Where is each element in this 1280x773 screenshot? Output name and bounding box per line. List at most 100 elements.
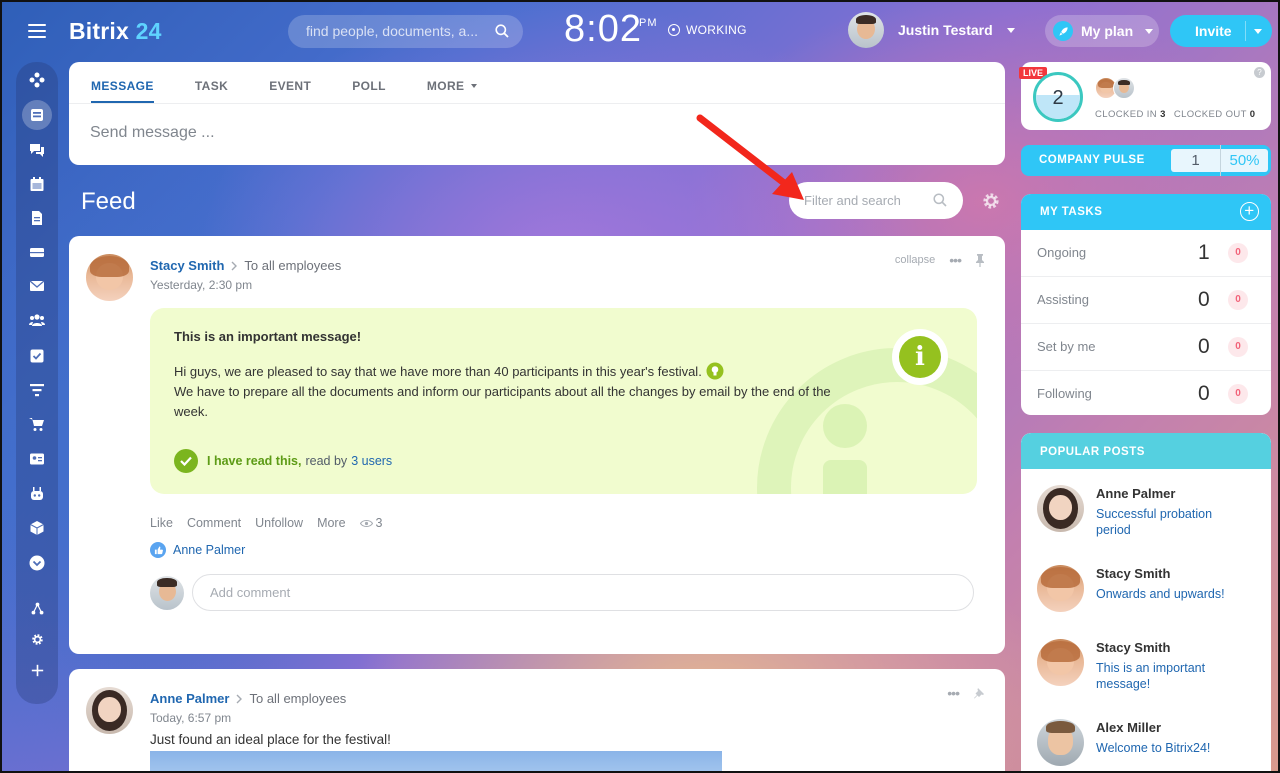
info-watermark-bar: [823, 460, 867, 494]
task-row-ongoing[interactable]: Ongoing 1 0: [1021, 230, 1271, 277]
chevron-down-icon: [1145, 28, 1154, 34]
left-sidebar: [16, 62, 58, 704]
global-search-input[interactable]: find people, documents, a...: [288, 15, 523, 48]
company-pulse-widget[interactable]: COMPANY PULSE 1 50%: [1021, 145, 1271, 176]
author-avatar[interactable]: [86, 687, 133, 734]
more-button[interactable]: More: [317, 516, 345, 530]
drive-icon[interactable]: [29, 244, 45, 260]
post-timestamp[interactable]: Today, 6:57 pm: [150, 711, 231, 725]
post-composer: MESSAGE TASK EVENT POLL MORE Send messag…: [69, 62, 1005, 165]
important-message-block: This is an important message! Hi guys, w…: [150, 308, 977, 494]
my-tasks-header[interactable]: MY TASKS +: [1021, 194, 1271, 230]
comment-row: Add comment: [150, 574, 974, 611]
menu-hamburger-icon[interactable]: [28, 24, 46, 38]
search-icon[interactable]: [495, 24, 509, 38]
author-avatar[interactable]: [86, 254, 133, 301]
important-title: This is an important message!: [174, 329, 362, 344]
clock-time: 8:02: [564, 8, 642, 50]
add-icon[interactable]: [31, 664, 44, 677]
work-status[interactable]: WORKING: [668, 23, 747, 37]
tab-event[interactable]: EVENT: [269, 62, 311, 103]
add-comment-input[interactable]: Add comment: [192, 574, 974, 611]
calendar-icon[interactable]: [29, 176, 45, 192]
filter-funnel-icon[interactable]: [29, 382, 45, 398]
unfollow-button[interactable]: Unfollow: [255, 516, 303, 530]
popular-post-title[interactable]: Onwards and upwards!: [1096, 586, 1236, 602]
pin-icon[interactable]: [975, 253, 985, 267]
tab-task[interactable]: TASK: [195, 62, 228, 103]
popular-post-author: Stacy Smith: [1096, 566, 1171, 581]
popular-post-title[interactable]: This is an important message!: [1096, 660, 1226, 692]
popular-post-title[interactable]: Successful probation period: [1096, 506, 1236, 538]
help-icon[interactable]: ?: [1254, 67, 1265, 78]
search-icon[interactable]: [933, 193, 947, 207]
post-author-name[interactable]: Stacy Smith: [150, 258, 224, 273]
logo[interactable]: Bitrix 24: [69, 18, 162, 45]
mail-icon[interactable]: [29, 278, 45, 294]
eye-icon: [359, 519, 373, 527]
popular-post-item[interactable]: Anne Palmer Successful probation period: [1037, 485, 1236, 538]
feed-settings-gear-icon[interactable]: [982, 192, 1000, 210]
post-timestamp[interactable]: Yesterday, 2:30 pm: [150, 278, 252, 292]
popular-post-title[interactable]: Welcome to Bitrix24!: [1096, 740, 1236, 756]
document-icon[interactable]: [29, 210, 45, 226]
task-row-set-by-me[interactable]: Set by me 0 0: [1021, 324, 1271, 371]
tab-more[interactable]: MORE: [427, 62, 478, 103]
task-row-assisting[interactable]: Assisting 0 0: [1021, 277, 1271, 324]
popular-posts-header: POPULAR POSTS: [1021, 433, 1271, 469]
pin-icon[interactable]: [973, 687, 985, 699]
post-recipient[interactable]: To all employees: [244, 258, 341, 273]
read-by-label: read by: [305, 454, 348, 468]
send-message-input[interactable]: Send message ...: [69, 104, 1005, 142]
post-author-name[interactable]: Anne Palmer: [150, 691, 229, 706]
global-search-placeholder: find people, documents, a...: [306, 23, 478, 39]
add-task-icon[interactable]: +: [1240, 202, 1259, 221]
my-tasks-title: MY TASKS: [1040, 206, 1103, 218]
popular-post-item[interactable]: Stacy Smith Onwards and upwards!: [1037, 565, 1236, 612]
task-row-label: Ongoing: [1037, 245, 1087, 260]
my-plan-button[interactable]: My plan: [1045, 15, 1159, 47]
popular-post-item[interactable]: Stacy Smith This is an important message!: [1037, 639, 1226, 692]
user-menu[interactable]: Justin Testard: [848, 12, 1015, 48]
chevron-down-icon[interactable]: [1254, 29, 1262, 34]
more-dots-icon[interactable]: •••: [947, 685, 960, 701]
liked-by-name[interactable]: Anne Palmer: [173, 543, 245, 557]
settings-icon[interactable]: [31, 633, 44, 646]
read-by-users-link[interactable]: 3 users: [351, 454, 392, 468]
box-icon[interactable]: [29, 520, 45, 536]
tab-poll[interactable]: POLL: [352, 62, 386, 103]
post-recipient[interactable]: To all employees: [249, 691, 346, 706]
user-name: Justin Testard: [898, 22, 993, 38]
contact-card-icon[interactable]: [29, 451, 45, 467]
post-image[interactable]: [150, 751, 722, 771]
feed-post: Anne Palmer To all employees Today, 6:57…: [69, 669, 1005, 771]
i-have-read-this-button[interactable]: I have read this,: [207, 454, 301, 468]
clocked-in-counter: 2: [1033, 72, 1083, 122]
invite-button[interactable]: Invite: [1170, 15, 1272, 47]
avatar: [1113, 77, 1135, 99]
likes-row: Anne Palmer: [150, 542, 245, 558]
collapse-link[interactable]: collapse: [895, 254, 935, 266]
timeman-widget[interactable]: LIVE 2 CLOCKED IN 3 CLOCKED OUT 0 ?: [1019, 62, 1271, 130]
more-down-icon[interactable]: [29, 555, 45, 571]
apps-icon[interactable]: [29, 72, 45, 88]
chat-icon[interactable]: [29, 142, 45, 158]
filter-search-input[interactable]: Filter and search: [789, 182, 963, 219]
task-row-following[interactable]: Following 0 0: [1021, 371, 1271, 415]
popular-post-item[interactable]: Alex Miller Welcome to Bitrix24!: [1037, 719, 1236, 766]
clocked-stats: CLOCKED IN 3 CLOCKED OUT 0: [1095, 109, 1255, 120]
tasks-icon[interactable]: [29, 348, 45, 364]
like-button[interactable]: Like: [150, 516, 173, 530]
more-dots-icon[interactable]: •••: [949, 252, 962, 268]
important-body: Hi guys, we are pleased to say that we h…: [174, 362, 844, 422]
groups-icon[interactable]: [29, 312, 45, 328]
page-title: Feed: [81, 188, 136, 215]
sitemap-icon[interactable]: [31, 602, 44, 615]
comment-button[interactable]: Comment: [187, 516, 241, 530]
robot-icon[interactable]: [29, 486, 45, 502]
cart-icon[interactable]: [29, 416, 45, 432]
tab-message[interactable]: MESSAGE: [91, 62, 154, 103]
feed-icon[interactable]: [29, 107, 45, 123]
popular-post-author: Stacy Smith: [1096, 640, 1171, 655]
check-circle-icon[interactable]: [174, 449, 198, 473]
